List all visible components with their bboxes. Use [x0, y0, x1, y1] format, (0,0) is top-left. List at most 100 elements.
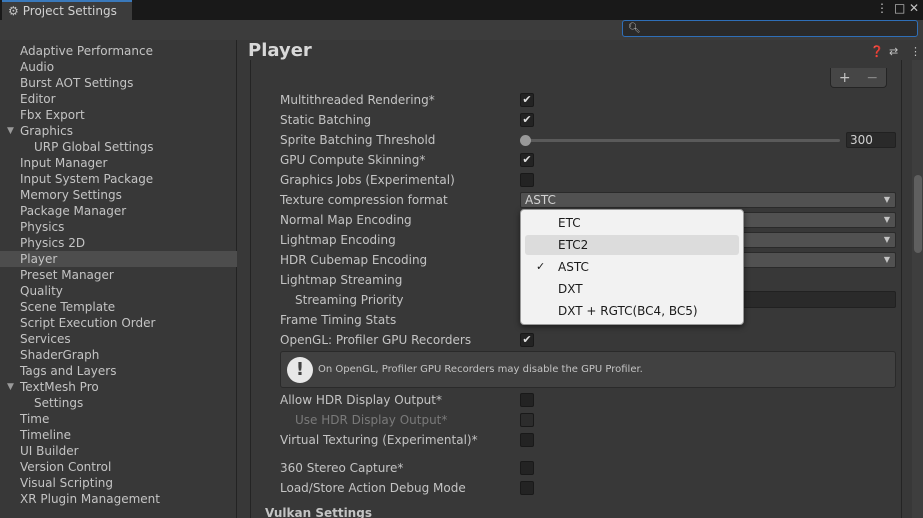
more-options-icon[interactable]: ⋮: [876, 1, 888, 15]
static-batching-checkbox[interactable]: ✔: [520, 113, 534, 127]
sidebar-item-editor[interactable]: Editor: [0, 91, 237, 107]
dropdown-value: ASTC: [525, 193, 556, 207]
sidebar-item-visual-scripting[interactable]: Visual Scripting: [0, 475, 237, 491]
sidebar-item-label: XR Plugin Management: [20, 492, 160, 506]
search-box[interactable]: 🔍︎: [622, 20, 918, 37]
sprite-batching-slider-thumb[interactable]: [520, 135, 531, 146]
search-input[interactable]: [640, 21, 917, 36]
sidebar-item-label: Settings: [34, 396, 84, 410]
sidebar-item-time[interactable]: Time: [0, 411, 237, 427]
texture-compression-format-label: Texture compression format: [280, 193, 448, 207]
graphics-jobs-checkbox[interactable]: [520, 173, 534, 187]
sidebar-item-xr-plugin-management[interactable]: XR Plugin Management: [0, 491, 237, 507]
sidebar-item-label: Audio: [20, 60, 55, 74]
sidebar-item-input-system-package[interactable]: Input System Package: [0, 171, 237, 187]
graphics-jobs-label: Graphics Jobs (Experimental): [280, 173, 455, 187]
menu-item-label: ASTC: [558, 260, 589, 274]
allow-hdr-display-checkbox[interactable]: [520, 393, 534, 407]
maximize-icon[interactable]: □: [894, 1, 905, 15]
more-options-icon[interactable]: ⋮: [910, 45, 921, 58]
menu-item-astc[interactable]: ✓ ASTC: [525, 257, 739, 277]
menu-item-dxt[interactable]: DXT: [525, 279, 739, 299]
sidebar-item-ui-builder[interactable]: UI Builder: [0, 443, 237, 459]
sidebar-item-label: Package Manager: [20, 204, 127, 218]
stereo-capture-checkbox[interactable]: [520, 461, 534, 475]
search-icon: 🔍︎: [628, 23, 641, 34]
sidebar-item-adaptive-performance[interactable]: Adaptive Performance: [0, 43, 237, 59]
sidebar-item-label: Input System Package: [20, 172, 154, 186]
title-bar: ⚙ Project Settings ⋮ □ ✕: [0, 0, 923, 20]
sidebar-item-label: Input Manager: [20, 156, 108, 170]
stereo-capture-label: 360 Stereo Capture*: [280, 461, 404, 475]
sidebar-item-label: Burst AOT Settings: [20, 76, 134, 90]
sprite-batching-threshold-field[interactable]: 300: [846, 132, 896, 148]
expand-triangle-icon[interactable]: ▼: [7, 123, 14, 139]
sidebar-item-label: UI Builder: [20, 444, 79, 458]
project-settings-tab[interactable]: ⚙ Project Settings: [2, 0, 132, 20]
tab-title: Project Settings: [22, 4, 117, 18]
sidebar-item-label: Services: [20, 332, 71, 346]
menu-item-dxt-rgtc[interactable]: DXT + RGTC(BC4, BC5): [525, 301, 739, 321]
close-icon[interactable]: ✕: [909, 1, 919, 15]
sidebar-item-physics-2d[interactable]: Physics 2D: [0, 235, 237, 251]
gpu-compute-skinning-checkbox[interactable]: ✔: [520, 153, 534, 167]
multithreaded-rendering-checkbox[interactable]: ✔: [520, 93, 534, 107]
sidebar-item-label: Tags and Layers: [20, 364, 117, 378]
scrollbar-track[interactable]: [912, 60, 923, 518]
sidebar-item-label: Physics 2D: [20, 236, 86, 250]
expand-triangle-icon[interactable]: ▼: [7, 379, 14, 395]
lightmap-streaming-label: Lightmap Streaming: [280, 273, 403, 287]
sidebar-item-label: Quality: [20, 284, 63, 298]
streaming-priority-label: Streaming Priority: [295, 293, 404, 307]
sidebar-item-version-control[interactable]: Version Control: [0, 459, 237, 475]
sidebar-item-input-manager[interactable]: Input Manager: [0, 155, 237, 171]
sidebar-item-package-manager[interactable]: Package Manager: [0, 203, 237, 219]
sidebar-item-label: Time: [20, 412, 50, 426]
sidebar-item-preset-manager[interactable]: Preset Manager: [0, 267, 237, 283]
page-title: Player: [248, 40, 312, 61]
preset-icon[interactable]: ⇄: [889, 45, 898, 58]
checkmark-icon: ✔: [522, 93, 532, 106]
sidebar-item-player[interactable]: Player: [0, 251, 237, 267]
texture-compression-dropdown[interactable]: ASTC ▼: [520, 192, 896, 208]
multithreaded-rendering-label: Multithreaded Rendering*: [280, 93, 435, 107]
sidebar-item-urp-global-settings[interactable]: URP Global Settings: [0, 139, 237, 155]
menu-item-etc[interactable]: ETC: [525, 213, 739, 233]
sidebar-item-audio[interactable]: Audio: [0, 59, 237, 75]
sidebar-item-scene-template[interactable]: Scene Template: [0, 299, 237, 315]
sidebar-item-timeline[interactable]: Timeline: [0, 427, 237, 443]
checkmark-icon: ✓: [536, 260, 546, 273]
sidebar-item-tags-and-layers[interactable]: Tags and Layers: [0, 363, 237, 379]
menu-item-label: ETC2: [558, 238, 589, 252]
plus-icon[interactable]: +: [839, 70, 851, 86]
vulkan-settings-header[interactable]: Vulkan Settings: [265, 506, 372, 518]
sidebar-item-burst-aot-settings[interactable]: Burst AOT Settings: [0, 75, 237, 91]
menu-item-label: ETC: [558, 216, 581, 230]
minus-icon[interactable]: −: [866, 70, 878, 86]
opengl-profiler-checkbox[interactable]: ✔: [520, 333, 534, 347]
sidebar-item-quality[interactable]: Quality: [0, 283, 237, 299]
sidebar-item-shadergraph[interactable]: ShaderGraph: [0, 347, 237, 363]
sidebar-item-physics[interactable]: Physics: [0, 219, 237, 235]
sidebar-item-fbx-export[interactable]: Fbx Export: [0, 107, 237, 123]
help-message: On OpenGL, Profiler GPU Recorders may di…: [318, 364, 643, 375]
load-store-debug-checkbox[interactable]: [520, 481, 534, 495]
warning-icon: !: [287, 357, 313, 383]
help-icon[interactable]: ❓: [870, 45, 884, 58]
sidebar-item-textmesh-pro[interactable]: ▼ TextMesh Pro: [0, 379, 237, 395]
load-store-debug-label: Load/Store Action Debug Mode: [280, 481, 466, 495]
menu-item-etc2[interactable]: ETC2: [525, 235, 739, 255]
gear-icon: ⚙: [8, 4, 19, 18]
checkmark-icon: ✔: [522, 333, 532, 346]
list-add-remove: + −: [830, 68, 887, 88]
scrollbar-thumb[interactable]: [914, 175, 922, 253]
virtual-texturing-checkbox[interactable]: [520, 433, 534, 447]
sidebar-item-graphics[interactable]: ▼ Graphics: [0, 123, 237, 139]
sidebar-item-textmesh-settings[interactable]: Settings: [0, 395, 237, 411]
sidebar-item-memory-settings[interactable]: Memory Settings: [0, 187, 237, 203]
sidebar-item-label: Preset Manager: [20, 268, 114, 282]
sidebar-item-label: Adaptive Performance: [20, 44, 153, 58]
sprite-batching-slider-track[interactable]: [526, 139, 840, 142]
sidebar-item-script-execution-order[interactable]: Script Execution Order: [0, 315, 237, 331]
sidebar-item-services[interactable]: Services: [0, 331, 237, 347]
